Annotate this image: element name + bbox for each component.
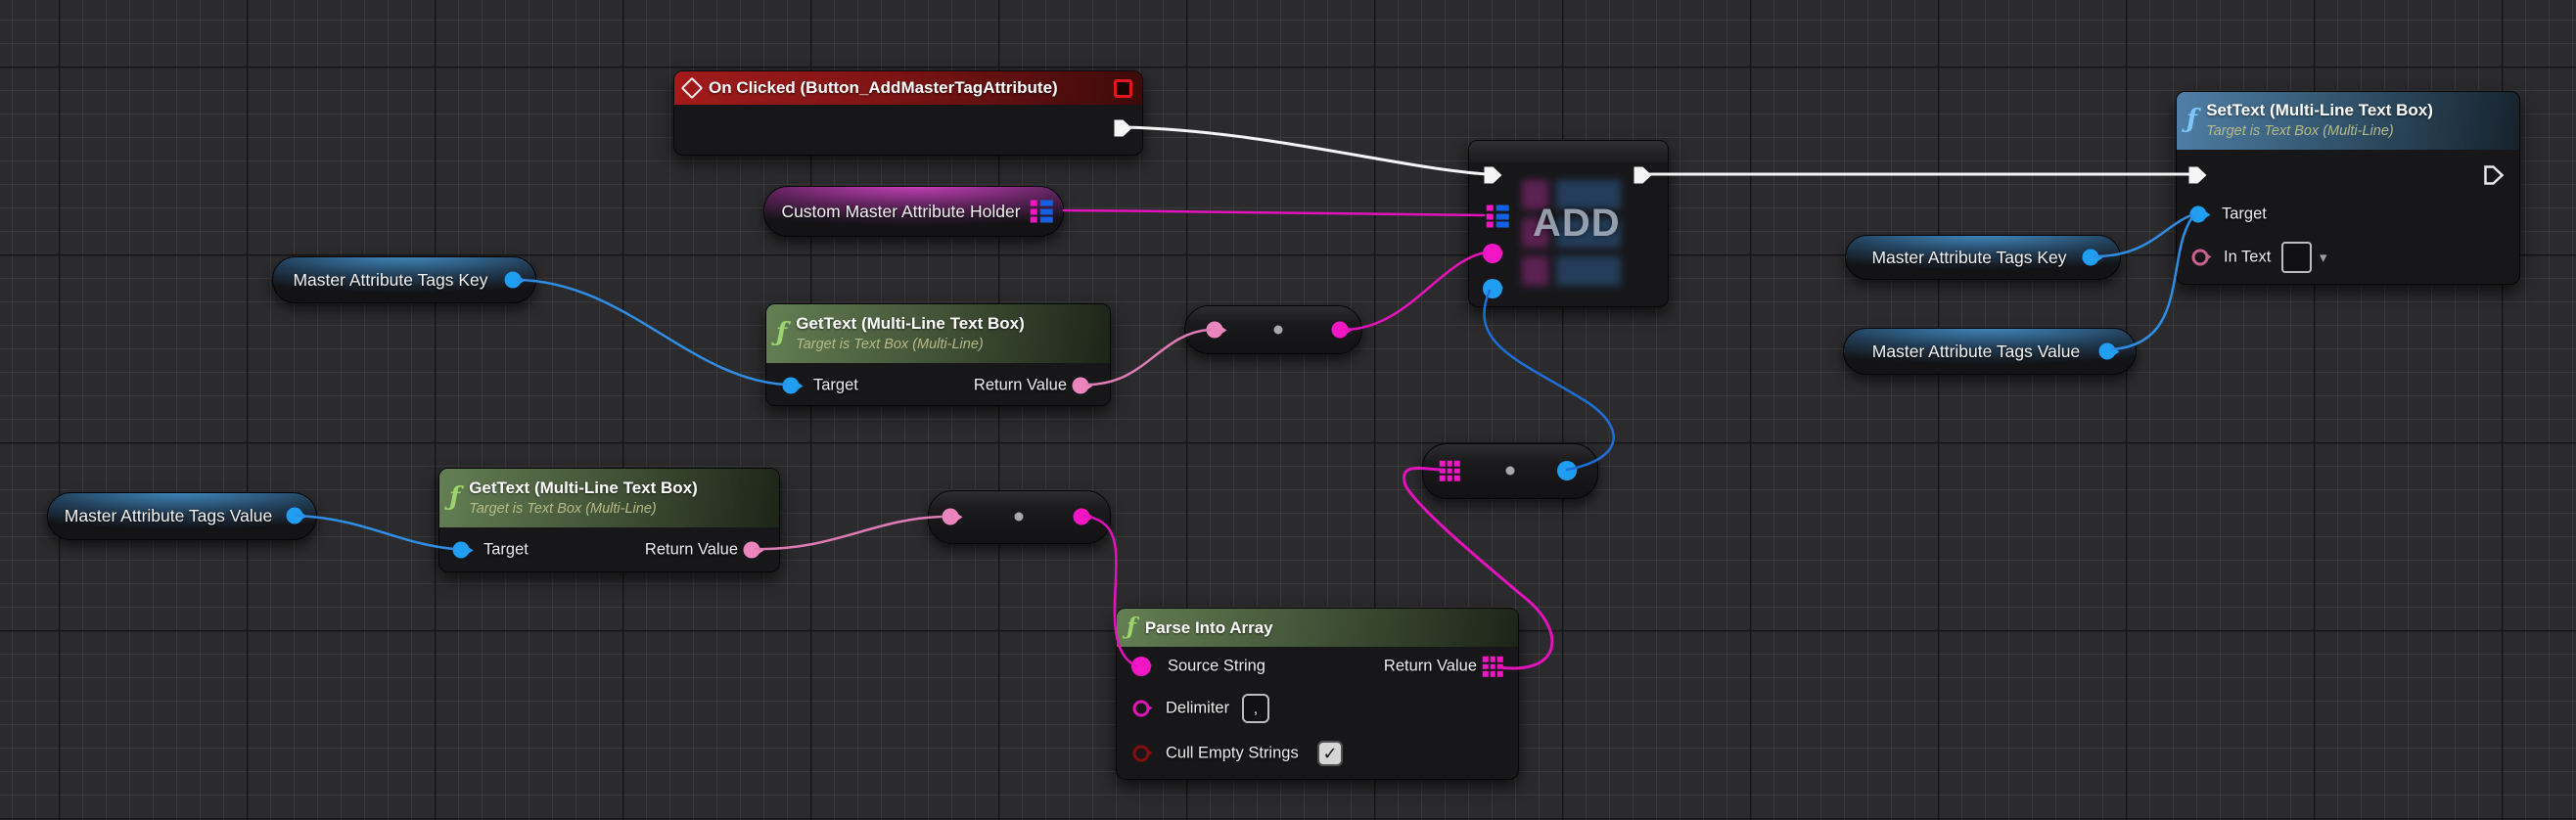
parse-header: ƒ Parse Into Array: [1117, 609, 1518, 647]
return-value-label: Return Value: [1384, 658, 1477, 676]
return-value-label: Return Value: [974, 377, 1067, 395]
wire-conv1-to-add-key: [1345, 252, 1486, 330]
on-clicked-title: On Clicked (Button_AddMasterTagAttribute…: [709, 78, 1058, 98]
function-icon: ƒ: [776, 320, 787, 345]
conversion-dot-icon: [1506, 467, 1515, 476]
return-value-pin[interactable]: [744, 542, 760, 559]
event-icon: [681, 77, 704, 100]
conversion-dot-icon: [1015, 513, 1024, 522]
node-get-text-top[interactable]: ƒ GetText (Multi-Line Text Box) Target i…: [765, 303, 1111, 406]
source-string-label: Source String: [1168, 658, 1265, 676]
add-exec-out-pin[interactable]: [1633, 165, 1655, 186]
function-icon: ƒ: [449, 484, 460, 510]
node-set-text[interactable]: ƒ SetText (Multi-Line Text Box) Target i…: [2176, 91, 2520, 285]
cull-empty-strings-checkbox[interactable]: ✓: [1319, 743, 1341, 764]
add-header: [1469, 141, 1668, 162]
output-pin[interactable]: [505, 272, 522, 289]
target-label: Target: [2222, 205, 2267, 224]
output-pin[interactable]: [2099, 343, 2116, 360]
input-pin[interactable]: [943, 509, 959, 525]
add-watermark: ADD: [1533, 202, 1621, 246]
cull-empty-strings-label: Cull Empty Strings: [1166, 745, 1299, 763]
get-text-title: GetText (Multi-Line Text Box): [796, 313, 1025, 336]
node-to-string-conversion-top[interactable]: [1184, 305, 1362, 354]
node-map-add[interactable]: ADD: [1468, 140, 1669, 307]
return-value-pin[interactable]: [1073, 378, 1089, 394]
delegate-pin[interactable]: [1114, 79, 1132, 98]
wire-tagskey-to-gettext-target: [518, 280, 786, 385]
get-text-subtitle: Target is Text Box (Multi-Line): [469, 500, 698, 520]
node-custom-master-attribute-holder[interactable]: Custom Master Attribute Holder: [763, 186, 1064, 237]
on-clicked-exec-out-pin[interactable]: [1113, 118, 1135, 139]
target-pin[interactable]: [453, 542, 470, 559]
target-map-pin[interactable]: [1487, 205, 1509, 228]
return-value-label: Return Value: [645, 541, 738, 560]
output-pin[interactable]: [1332, 322, 1349, 339]
input-pin[interactable]: [1207, 322, 1223, 339]
conversion-dot-icon: [1274, 326, 1283, 335]
get-text-title: GetText (Multi-Line Text Box): [469, 478, 698, 500]
set-text-title: SetText (Multi-Line Text Box): [2206, 100, 2433, 122]
return-value-array-pin[interactable]: [1483, 657, 1503, 677]
set-text-exec-out-pin[interactable]: [2484, 165, 2507, 186]
function-icon: ƒ: [2186, 107, 2197, 132]
variable-label: Master Attribute Tags Value: [65, 506, 272, 526]
target-label: Target: [813, 377, 858, 395]
variable-label: Master Attribute Tags Key: [293, 270, 487, 291]
source-string-pin[interactable]: [1131, 657, 1151, 676]
in-text-input[interactable]: [2281, 242, 2312, 273]
in-text-pin[interactable]: [2192, 250, 2209, 266]
get-text-subtitle: Target is Text Box (Multi-Line): [796, 336, 1025, 355]
target-pin[interactable]: [783, 378, 800, 394]
output-pin[interactable]: [1557, 461, 1577, 480]
wire-map-holder-to-add: [1064, 210, 1484, 215]
string-array-pin-icon[interactable]: [1440, 461, 1460, 481]
wire-exec-onclicked-to-add: [1124, 127, 1487, 174]
blueprint-canvas[interactable]: On Clicked (Button_AddMasterTagAttribute…: [0, 0, 2576, 820]
target-pin[interactable]: [2190, 206, 2207, 223]
key-pin[interactable]: [1483, 244, 1502, 263]
variable-label: Custom Master Attribute Holder: [781, 202, 1020, 222]
on-clicked-header: On Clicked (Button_AddMasterTagAttribute…: [674, 71, 1142, 105]
delimiter-pin[interactable]: [1133, 701, 1150, 717]
get-text-header: ƒ GetText (Multi-Line Text Box) Target i…: [766, 304, 1110, 363]
node-master-attribute-tags-key-right[interactable]: Master Attribute Tags Key: [1845, 235, 2121, 280]
set-text-exec-in-pin[interactable]: [2187, 165, 2210, 186]
value-pin[interactable]: [1483, 279, 1502, 298]
node-master-attribute-tags-value-right[interactable]: Master Attribute Tags Value: [1843, 328, 2137, 375]
parse-title: Parse Into Array: [1145, 618, 1273, 638]
output-pin[interactable]: [2083, 250, 2099, 266]
node-on-clicked[interactable]: On Clicked (Button_AddMasterTagAttribute…: [673, 70, 1143, 156]
map-pin-icon[interactable]: [1031, 201, 1053, 223]
in-text-label: In Text: [2224, 249, 2271, 267]
get-text-header: ƒ GetText (Multi-Line Text Box) Target i…: [439, 469, 779, 527]
target-label: Target: [483, 541, 529, 560]
set-text-subtitle: Target is Text Box (Multi-Line): [2206, 122, 2433, 142]
variable-label: Master Attribute Tags Value: [1872, 342, 2080, 362]
delimiter-input[interactable]: ,: [1242, 694, 1269, 723]
node-master-attribute-tags-value-left[interactable]: Master Attribute Tags Value: [47, 492, 317, 540]
output-pin[interactable]: [1074, 509, 1090, 525]
delimiter-label: Delimiter: [1166, 700, 1229, 718]
node-master-attribute-tags-key-left[interactable]: Master Attribute Tags Key: [272, 256, 536, 303]
wire-tagsvalue-to-gettext-target: [298, 516, 454, 549]
set-text-header: ƒ SetText (Multi-Line Text Box) Target i…: [2177, 92, 2519, 150]
output-pin[interactable]: [287, 508, 303, 524]
in-text-dropdown-caret[interactable]: ▾: [2320, 249, 2327, 266]
node-array-conversion[interactable]: [1422, 443, 1598, 499]
add-exec-in-pin[interactable]: [1483, 165, 1505, 186]
wire-gettext2-return-to-conv2: [756, 517, 942, 549]
node-to-string-conversion-bottom[interactable]: [928, 490, 1111, 544]
variable-label: Master Attribute Tags Key: [1871, 248, 2066, 268]
cull-empty-strings-pin[interactable]: [1133, 746, 1150, 762]
function-icon: ƒ: [1127, 615, 1136, 638]
node-get-text-bottom[interactable]: ƒ GetText (Multi-Line Text Box) Target i…: [438, 468, 780, 572]
node-parse-into-array[interactable]: ƒ Parse Into Array Source String Return …: [1116, 608, 1519, 780]
